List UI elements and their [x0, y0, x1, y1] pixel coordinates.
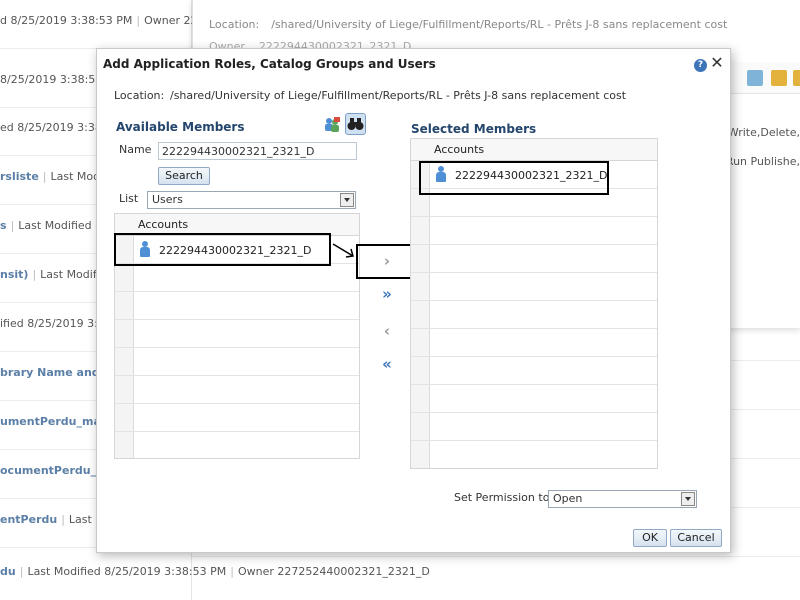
search-button[interactable]: Search [158, 167, 210, 185]
table-row [411, 217, 657, 245]
ok-button[interactable]: OK [633, 529, 667, 547]
move-all-left-icon[interactable]: « [377, 355, 397, 373]
table-row [115, 348, 359, 376]
panel-permission-text: ,Write,Delete, [724, 126, 800, 139]
table-row [411, 441, 657, 469]
table-row [411, 385, 657, 413]
users-groups-icon[interactable] [747, 70, 763, 86]
arrow-annotation-icon [332, 243, 354, 258]
accounts-column-header: Accounts [434, 143, 485, 156]
selected-item-highlight [419, 161, 609, 195]
location-label: Location: [114, 89, 165, 102]
available-members-title: Available Members [116, 120, 245, 134]
table-row [411, 273, 657, 301]
cancel-button[interactable]: Cancel [670, 529, 722, 547]
accounts-column-header: Accounts [138, 218, 189, 231]
row-modified: Last Modified 8/25/2019 3:38:53 PM [27, 565, 227, 578]
table-row [115, 404, 359, 432]
row-owner: Owner 227252440002321_2321_D [237, 565, 430, 578]
dialog-title: Add Application Roles, Catalog Groups an… [103, 57, 436, 71]
row-modified: ified 8/25/2019 3:3 [0, 317, 105, 330]
table-row [411, 301, 657, 329]
table-row [115, 264, 359, 292]
users-groups-icon[interactable] [322, 115, 342, 135]
row-modified: d 8/25/2019 3:38:53 PM [0, 14, 133, 27]
list-label: List [119, 192, 139, 205]
table-row [115, 432, 359, 460]
table-row [115, 320, 359, 348]
row-link[interactable]: nsit) [0, 268, 28, 281]
divider [192, 556, 800, 557]
table-row [115, 292, 359, 320]
table-row [411, 245, 657, 273]
panel-permission-text: ,Run Publishe, [722, 155, 800, 168]
move-right-icon[interactable]: › [377, 252, 397, 270]
table-row [411, 329, 657, 357]
panel-location-path: /shared/University of Liege/Fulfillment/… [271, 18, 728, 31]
move-all-right-icon[interactable]: » [377, 285, 397, 303]
close-icon[interactable]: ✕ [710, 55, 724, 71]
row-link[interactable]: s [0, 219, 7, 232]
table-header: Accounts [411, 139, 657, 161]
table-row [411, 413, 657, 441]
row-modified: 8/25/2019 3:38:53 [0, 73, 103, 86]
move-left-icon[interactable]: ‹ [377, 322, 397, 340]
binoculars-icon[interactable] [345, 113, 366, 135]
catalog-row: d 8/25/2019 3:38:53 PM|Owner 2222 [0, 0, 192, 49]
chevron-down-icon [681, 492, 695, 506]
table-row [411, 357, 657, 385]
table-row [115, 376, 359, 404]
location-value: /shared/University of Liege/Fulfillment/… [170, 89, 627, 102]
row-link[interactable]: rsliste [0, 170, 39, 183]
name-input[interactable] [158, 142, 357, 160]
row-modified: ed 8/25/2019 3:38: [0, 121, 106, 134]
permission-value: Open [553, 492, 583, 505]
name-label: Name [119, 143, 152, 156]
selected-members-title: Selected Members [411, 122, 537, 136]
copy-permissions-icon[interactable] [771, 70, 787, 86]
help-icon[interactable]: ? [694, 59, 707, 72]
available-item-highlight [114, 233, 331, 266]
catalog-row-last: du | Last Modified 8/25/2019 3:38:53 PM | Ow… [0, 565, 430, 578]
chevron-down-icon [340, 193, 354, 207]
row-link[interactable]: umentPerdu_mail [0, 415, 108, 428]
paste-permissions-icon[interactable] [793, 70, 800, 86]
list-type-value: Users [152, 193, 183, 206]
row-owner: Owner 2222 [144, 14, 192, 27]
row-link[interactable]: du [0, 565, 16, 578]
panel-location-label: Location: [209, 18, 260, 31]
row-link[interactable]: ocumentPerdu_n [0, 464, 104, 477]
permission-label: Set Permission to [454, 491, 550, 504]
row-link[interactable]: entPerdu [0, 513, 57, 526]
row-link[interactable]: brary Name and [0, 366, 100, 379]
list-type-select[interactable]: Users [147, 191, 356, 209]
permission-select[interactable]: Open [548, 490, 697, 508]
add-members-dialog: Add Application Roles, Catalog Groups an… [96, 48, 731, 553]
panel-location: Location: /shared/University of Liege/Ful… [209, 18, 727, 31]
